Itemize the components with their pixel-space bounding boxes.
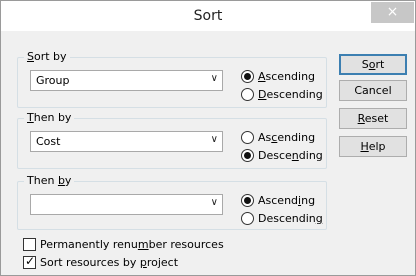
radio-button-icon [241, 130, 254, 144]
then-by-1-ascending-label: Ascending [258, 130, 316, 144]
then-by-1-descending-radio[interactable]: Descending [241, 147, 323, 163]
then-by-1-descending-label: Descending [258, 148, 323, 162]
then-by-1-label: Then by [24, 111, 75, 124]
sort-by-ascending-radio[interactable]: Ascending [241, 68, 315, 84]
close-icon: × [386, 4, 399, 20]
then-by-1-dropdown[interactable]: Cost ∨ [30, 131, 223, 152]
renumber-resources-label: Permanently renumber resources [40, 237, 224, 251]
checkbox-icon [23, 254, 36, 269]
then-by-2-ascending-radio[interactable]: Ascending [241, 192, 315, 208]
sort-by-project-label: Sort resources by project [40, 255, 179, 269]
radio-button-icon [241, 148, 254, 162]
sort-button[interactable]: Sort [339, 54, 407, 75]
then-by-group-2: Then by ∨ Ascending Descending [17, 174, 327, 230]
then-by-2-dropdown[interactable]: ∨ [30, 194, 223, 215]
window-title: Sort [193, 8, 223, 24]
sort-by-ascending-label: Ascending [258, 69, 316, 83]
sort-by-group: Sort by Group ∨ Ascending Descending [17, 50, 327, 108]
radio-button-icon [241, 69, 254, 83]
radio-button-icon [241, 193, 254, 207]
sort-by-descending-radio[interactable]: Descending [241, 86, 323, 102]
then-by-1-value: Cost [36, 135, 61, 148]
chevron-down-icon: ∨ [210, 73, 218, 84]
title-bar: Sort × [1, 1, 415, 31]
sort-by-dropdown[interactable]: Group ∨ [30, 70, 223, 91]
sort-by-label: Sort by [24, 50, 70, 63]
then-by-2-label: Then by [24, 174, 75, 187]
cancel-button[interactable]: Cancel [339, 80, 407, 101]
sort-by-value: Group [36, 74, 70, 87]
sort-by-descending-label: Descending [258, 87, 323, 101]
sort-by-project-checkbox[interactable]: Sort resources by project [23, 254, 179, 269]
then-by-2-descending-radio[interactable]: Descending [241, 210, 323, 226]
cancel-button-label: Cancel [354, 84, 392, 97]
sort-dialog: Sort × Sort by Group ∨ Ascending Descend… [0, 0, 416, 276]
checkbox-icon [23, 237, 36, 251]
then-by-1-ascending-radio[interactable]: Ascending [241, 129, 315, 145]
renumber-resources-checkbox[interactable]: Permanently renumber resources [23, 237, 224, 251]
help-button[interactable]: Help [339, 136, 407, 157]
reset-button[interactable]: Reset [339, 108, 407, 129]
then-by-2-ascending-label: Ascending [258, 193, 316, 207]
close-button[interactable]: × [371, 2, 414, 23]
chevron-down-icon: ∨ [210, 134, 218, 145]
radio-button-icon [241, 211, 254, 225]
then-by-2-descending-label: Descending [258, 211, 323, 225]
chevron-down-icon: ∨ [210, 197, 218, 208]
radio-button-icon [241, 87, 254, 101]
then-by-group-1: Then by Cost ∨ Ascending Descending [17, 111, 327, 169]
